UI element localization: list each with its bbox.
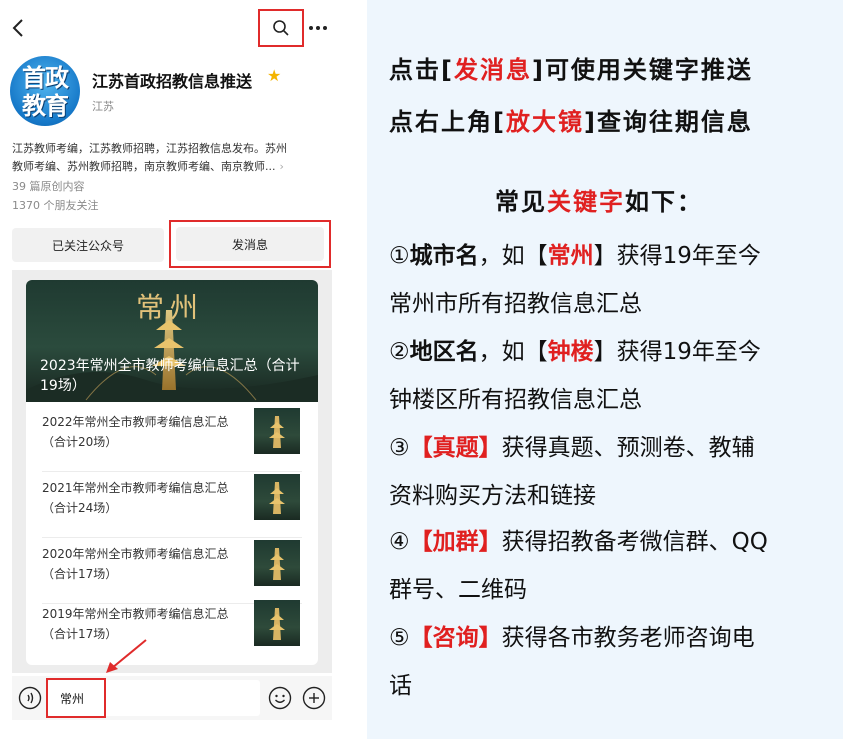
- article-row[interactable]: 2022年常州全市教师考编信息汇总（合计20场）: [42, 408, 302, 472]
- account-description[interactable]: 江苏教师考编，江苏教师招聘，江苏招教信息发布。苏州 教师考编、苏州教师招聘，南京…: [12, 140, 330, 176]
- keyword-label: 真题: [432, 435, 479, 461]
- keyword-item-3-cont: 资料购买方法和链接: [389, 483, 596, 509]
- article-card: 常州 2023年常州全市教师考编信息汇总（合计19场） 2022年常州全市教师考…: [26, 280, 318, 665]
- bracket: 【: [409, 529, 433, 555]
- keyword-label: 加群: [432, 529, 479, 555]
- hero-article-title: 2023年常州全市教师考编信息汇总（合计19场）: [40, 358, 300, 394]
- input-highlight-box: [46, 678, 106, 718]
- star-icon: ★: [267, 66, 282, 85]
- text: ，如【: [478, 243, 548, 269]
- top-bar: [0, 0, 340, 56]
- keyword-item-1-cont: 常州市所有招教信息汇总: [389, 291, 642, 317]
- article-row[interactable]: 2020年常州全市教师考编信息汇总（合计17场）: [42, 540, 302, 604]
- screenshot-root: 首政 教育 江苏首政招教信息推送 ★ 江苏 江苏教师考编，江苏教师招聘，江苏招教…: [0, 0, 843, 739]
- magnifier-icon: [273, 20, 289, 36]
- item-number: ③: [389, 435, 410, 461]
- keyword-item-4-cont: 群号、二维码: [389, 577, 527, 603]
- keyword-item-4: ④【加群】获得招教备考微信群、QQ: [389, 522, 768, 556]
- send-message-button[interactable]: 发消息: [169, 220, 331, 268]
- original-content-count: 39 篇原创内容: [12, 180, 85, 193]
- bracket: 】: [478, 435, 502, 461]
- text: ，如【: [478, 339, 548, 365]
- highlight-magnifier: 放大镜: [505, 108, 584, 136]
- keyword-item-2: ②地区名，如【钟楼】获得19年至今: [389, 332, 761, 366]
- text: 点击[: [389, 56, 454, 84]
- keyword-item-3: ③【真题】获得真题、预测卷、教辅: [389, 428, 755, 462]
- instruction-line-magnifier: 点右上角[放大镜]查询往期信息: [389, 102, 753, 137]
- bracket: 【: [409, 435, 433, 461]
- text: 常见: [495, 188, 547, 216]
- chevron-right-icon: ›: [279, 160, 284, 173]
- search-button[interactable]: [258, 9, 304, 47]
- keyword-item-1: ①城市名，如【常州】获得19年至今: [389, 236, 761, 270]
- account-avatar[interactable]: 首政 教育: [10, 56, 80, 126]
- followed-button[interactable]: 已关注公众号: [12, 228, 164, 262]
- keyword-item-5: ⑤【咨询】获得各市教务老师咨询电: [389, 618, 755, 652]
- article-title: 2021年常州全市教师考编信息汇总（合计24场）: [42, 481, 229, 515]
- message-input-bar: 常州: [12, 676, 332, 720]
- keyword-example: 常州: [547, 243, 594, 269]
- hero-city-title: 常州: [136, 291, 205, 324]
- voice-icon[interactable]: [18, 686, 42, 710]
- text: 】获得19年至今: [593, 243, 761, 269]
- bracket: 【: [409, 625, 433, 651]
- article-row[interactable]: 2021年常州全市教师考编信息汇总（合计24场）: [42, 474, 302, 538]
- avatar-logo-text-bottom: 教育: [22, 92, 69, 120]
- account-name: 江苏首政招教信息推送: [92, 72, 253, 91]
- bracket: 】: [478, 529, 502, 555]
- text: 】获得19年至今: [593, 339, 761, 365]
- bracket: 】: [478, 625, 502, 651]
- keywords-heading: 常见关键字如下：: [495, 182, 703, 217]
- keyword-label: 城市名: [409, 243, 479, 269]
- highlight-keywords: 关键字: [547, 188, 625, 216]
- article-thumbnail: [254, 408, 300, 454]
- friends-following-count: 1370 个朋友关注: [12, 199, 99, 212]
- instructions-panel: 点击[发消息]可使用关键字推送 点右上角[放大镜]查询往期信息 常见关键字如下：…: [367, 0, 843, 739]
- text: ]可使用关键字推送: [531, 56, 753, 84]
- send-message-label: 发消息: [176, 227, 324, 261]
- item-number: ②: [389, 339, 410, 365]
- text: 获得招教备考微信群、QQ: [501, 529, 768, 555]
- text: 如下：: [625, 188, 703, 216]
- description-line-1: 江苏教师考编，江苏教师招聘，江苏招教信息发布。苏州: [12, 142, 287, 155]
- text: 获得真题、预测卷、教辅: [501, 435, 755, 461]
- chat-area: 常州 2023年常州全市教师考编信息汇总（合计19场） 2022年常州全市教师考…: [12, 270, 332, 673]
- text: 获得各市教务老师咨询电: [501, 625, 755, 651]
- description-line-2: 教师考编、苏州教师招聘，南京教师考编、南京教师...: [12, 160, 276, 173]
- article-title: 2020年常州全市教师考编信息汇总（合计17场）: [42, 547, 229, 581]
- highlight-send-message: 发消息: [453, 56, 532, 84]
- text: 点右上角[: [389, 108, 506, 136]
- article-thumbnail: [254, 600, 300, 646]
- keyword-label: 地区名: [409, 339, 479, 365]
- wechat-account-page: 首政 教育 江苏首政招教信息推送 ★ 江苏 江苏教师考编，江苏教师招聘，江苏招教…: [0, 0, 340, 739]
- article-title: 2019年常州全市教师考编信息汇总（合计17场）: [42, 607, 229, 641]
- article-thumbnail: [254, 474, 300, 520]
- keyword-item-2-cont: 钟楼区所有招教信息汇总: [389, 387, 642, 413]
- item-number: ①: [389, 243, 410, 269]
- emoji-icon[interactable]: [268, 686, 292, 710]
- article-thumbnail: [254, 540, 300, 586]
- account-region: 江苏: [92, 100, 114, 113]
- plus-icon[interactable]: [302, 686, 326, 710]
- back-arrow-icon[interactable]: [8, 14, 30, 42]
- keyword-item-5-cont: 话: [389, 673, 412, 699]
- item-number: ④: [389, 529, 410, 555]
- keyword-label: 咨询: [432, 625, 479, 651]
- item-number: ⑤: [389, 625, 410, 651]
- avatar-logo-text-top: 首政: [22, 64, 69, 92]
- instruction-line-send-message: 点击[发消息]可使用关键字推送: [389, 50, 753, 85]
- text: ]查询往期信息: [583, 108, 753, 136]
- more-dots-icon[interactable]: [304, 16, 332, 40]
- hero-article[interactable]: 常州 2023年常州全市教师考编信息汇总（合计19场）: [26, 280, 318, 402]
- article-title: 2022年常州全市教师考编信息汇总（合计20场）: [42, 415, 229, 449]
- keyword-example: 钟楼: [547, 339, 594, 365]
- article-row[interactable]: 2019年常州全市教师考编信息汇总（合计17场）: [42, 600, 302, 664]
